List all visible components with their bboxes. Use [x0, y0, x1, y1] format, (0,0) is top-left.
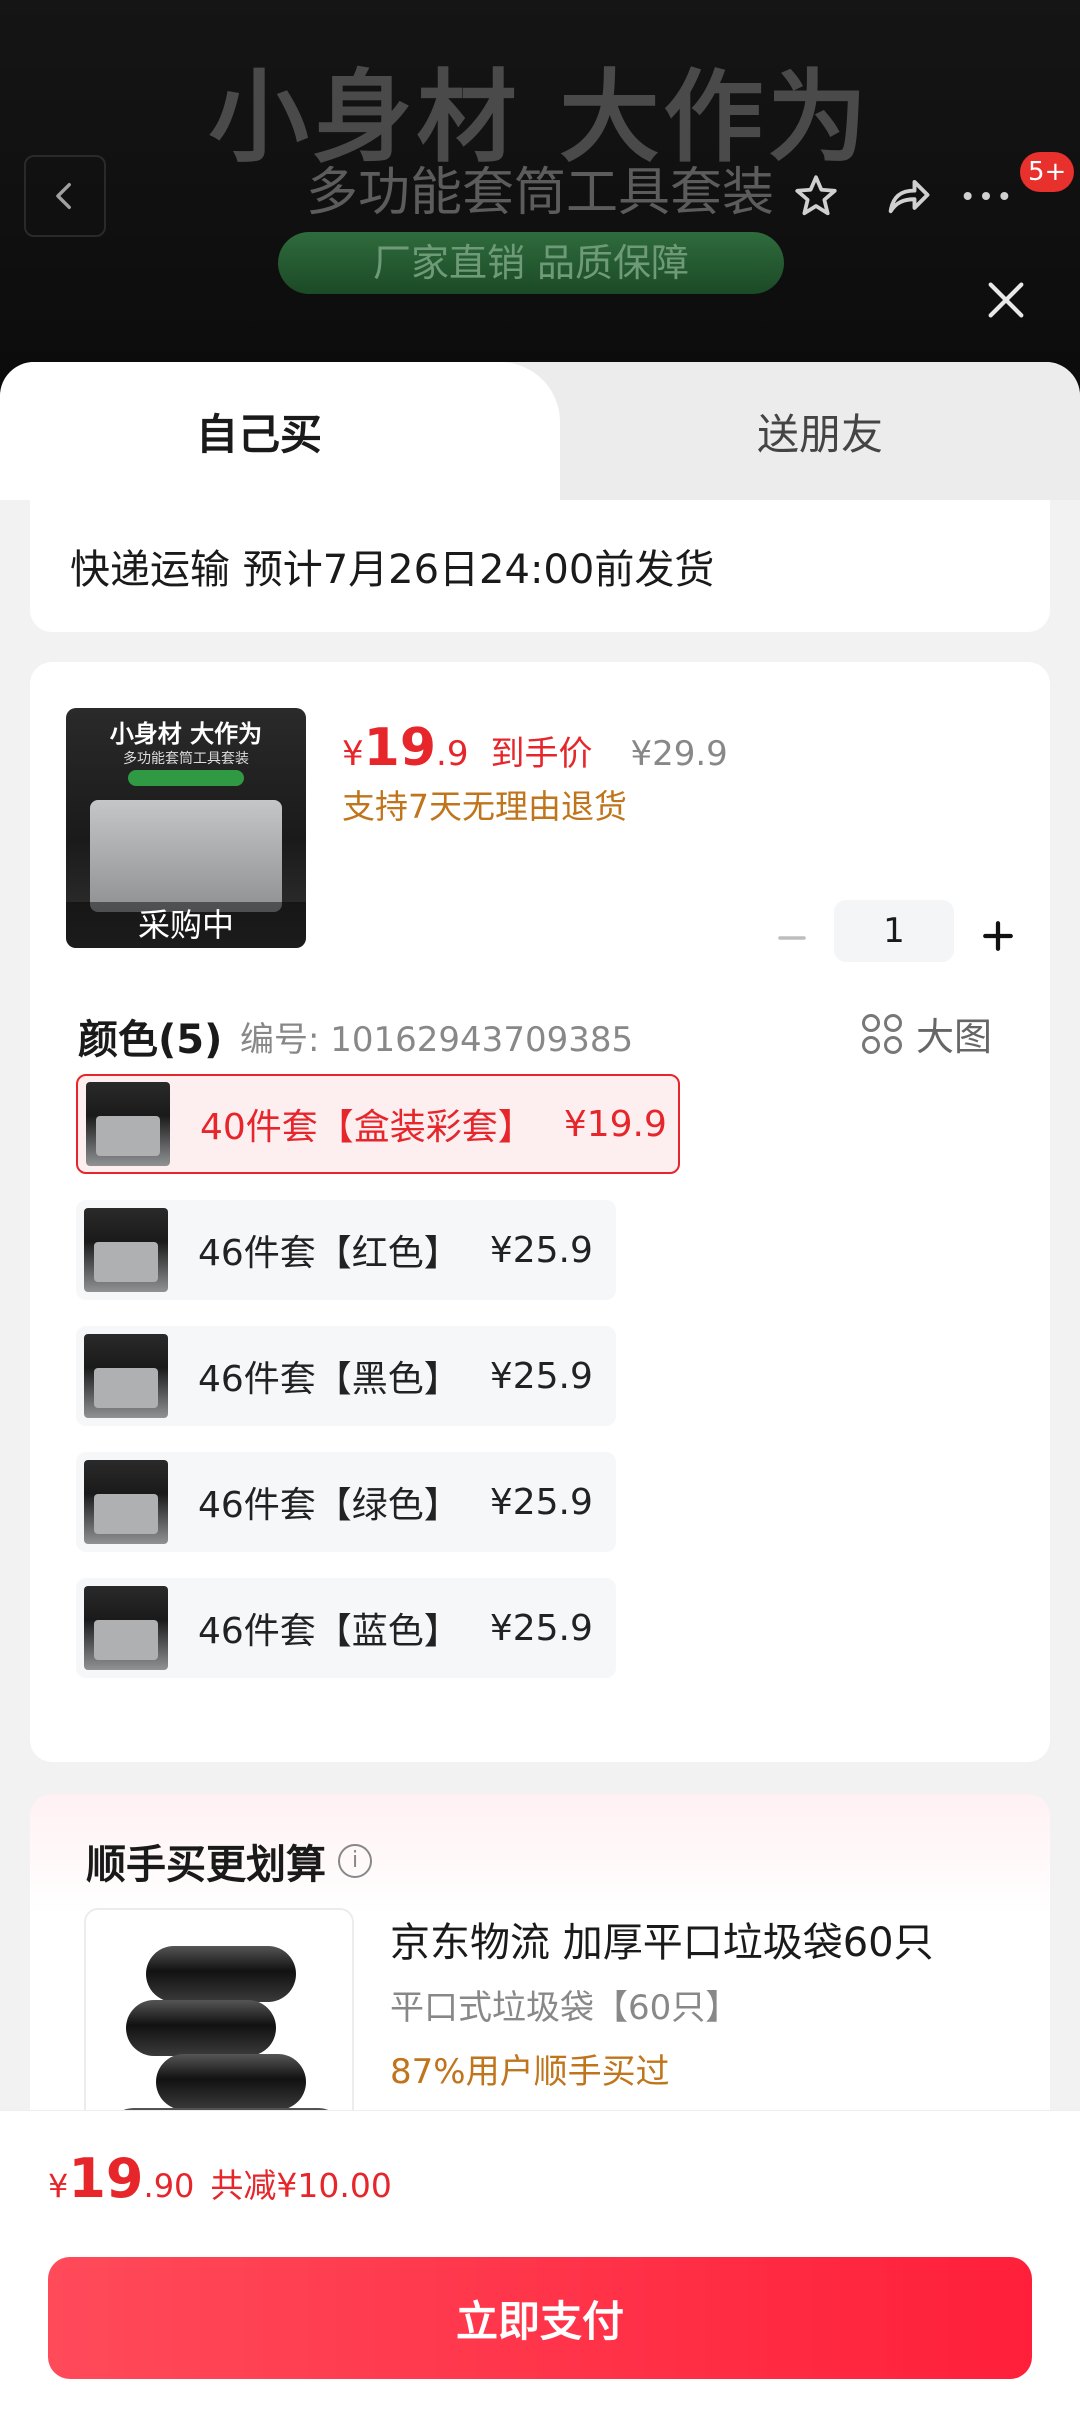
quantity-increase-button[interactable]: [970, 908, 1026, 964]
product-thumbnail[interactable]: 小身材 大作为 多功能套筒工具套装 采购中: [66, 708, 306, 948]
return-policy: 支持7天无理由退货: [342, 787, 627, 826]
minus-icon: [778, 936, 806, 940]
thumb-headline: 小身材 大作为: [109, 720, 263, 748]
star-icon: [795, 175, 837, 216]
tab-buy-self-label: 自己买: [196, 409, 323, 459]
addon-item-popularity: 87%用户顺手买过: [390, 2052, 670, 2092]
more-dots-icon: [963, 192, 1009, 200]
thumb-pill: [128, 770, 244, 786]
option-thumbnail: [84, 1586, 168, 1670]
option-name: 40件套【盒装彩套】: [200, 1107, 534, 1148]
addon-item-name[interactable]: 京东物流 加厚平口垃圾袋60只: [390, 1910, 934, 1968]
option-name: 46件套【蓝色】: [198, 1611, 460, 1652]
close-button[interactable]: [970, 264, 1042, 336]
option-thumbnail: [84, 1460, 168, 1544]
message-badge: 5+: [1020, 152, 1075, 192]
quantity-input[interactable]: 1: [834, 900, 954, 962]
thumb-toolbox-image: [90, 800, 282, 912]
option-name: 46件套【绿色】: [198, 1485, 460, 1526]
price-integer: 19: [363, 718, 437, 778]
back-button[interactable]: [24, 155, 106, 237]
option-price: ¥25.9: [489, 1229, 593, 1271]
product-card: 小身材 大作为 多功能套筒工具套装 采购中 ¥ 19 .9 到手价 ¥29.9 …: [30, 662, 1050, 1762]
color-option[interactable]: 40件套【盒装彩套】 ¥19.9: [76, 1074, 680, 1174]
total-currency: ¥: [48, 2167, 69, 2205]
sku-number: 编号: 10162943709385: [240, 1020, 634, 1060]
price-tag: 到手价: [490, 734, 593, 774]
shipping-card: 快递运输 预计7月26日24:00前发货: [30, 500, 1050, 632]
banner-pill: 厂家直销 品质保障: [278, 232, 784, 294]
addon-item-spec: 平口式垃圾袋【60只】: [390, 1988, 740, 2028]
grid-icon: [862, 1013, 902, 1054]
close-icon: [988, 282, 1024, 318]
color-option[interactable]: 46件套【红色】 ¥25.9: [76, 1200, 616, 1300]
color-option[interactable]: 46件套【黑色】 ¥25.9: [76, 1326, 616, 1426]
pay-now-button[interactable]: 立即支付: [48, 2257, 1032, 2379]
original-price: ¥29.9: [630, 734, 728, 774]
option-price: ¥25.9: [489, 1481, 593, 1523]
favorite-button[interactable]: [780, 160, 852, 232]
total-integer: 19: [68, 2147, 144, 2210]
tab-send-friend[interactable]: 送朋友: [500, 362, 1080, 500]
more-button[interactable]: [950, 160, 1022, 232]
quantity-decrease-button[interactable]: [764, 910, 820, 966]
shipping-text: 快递运输 预计7月26日24:00前发货: [70, 547, 715, 593]
option-price: ¥25.9: [489, 1355, 593, 1397]
checkout-footer: ¥ 19 .90 共减¥10.00 立即支付: [0, 2110, 1080, 2412]
option-thumbnail: [84, 1334, 168, 1418]
info-icon[interactable]: i: [338, 1844, 372, 1878]
option-name: 46件套【红色】: [198, 1233, 460, 1274]
total-decimal: .90: [143, 2167, 195, 2205]
purchase-sheet: 送朋友 自己买 快递运输 预计7月26日24:00前发货 小身材 大作为 多功能…: [0, 362, 1080, 2412]
option-price: ¥25.9: [489, 1607, 593, 1649]
option-thumbnail: [86, 1082, 170, 1166]
price-currency: ¥: [342, 734, 364, 774]
plus-icon: [983, 921, 1013, 951]
price-decimal: .9: [436, 734, 469, 774]
option-thumbnail: [84, 1208, 168, 1292]
big-picture-label: 大图: [916, 1015, 993, 1059]
thumb-status: 采购中: [66, 902, 306, 948]
big-picture-button[interactable]: 大图: [862, 1006, 992, 1061]
addon-title: 顺手买更划算 i: [86, 1832, 372, 1890]
chevron-left-icon: [56, 182, 71, 210]
option-name: 46件套【黑色】: [198, 1359, 460, 1400]
discount-text: 共减¥10.00: [210, 2166, 392, 2205]
purchase-tabs: 送朋友 自己买: [0, 362, 1080, 500]
total-price: ¥ 19 .90 共减¥10.00: [48, 2147, 392, 2210]
share-button[interactable]: [872, 160, 944, 232]
addon-title-text: 顺手买更划算: [86, 1842, 326, 1888]
tab-buy-self[interactable]: 自己买: [0, 362, 560, 500]
share-icon: [888, 179, 930, 214]
thumb-subline: 多功能套筒工具套装: [123, 751, 249, 767]
color-heading: 颜色(5): [78, 1017, 223, 1063]
color-option[interactable]: 46件套【蓝色】 ¥25.9: [76, 1578, 616, 1678]
price-row: ¥ 19 .9 到手价 ¥29.9: [342, 718, 728, 778]
option-price: ¥19.9: [563, 1103, 667, 1145]
color-option[interactable]: 46件套【绿色】 ¥25.9: [76, 1452, 616, 1552]
